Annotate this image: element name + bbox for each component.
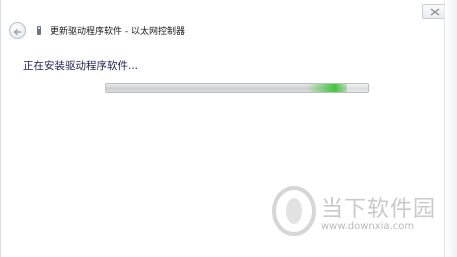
watermark-url: www.downxia.com: [321, 221, 415, 232]
network-device-icon: [37, 26, 41, 35]
close-icon: [430, 7, 440, 16]
progress-glow: [307, 84, 348, 92]
back-button[interactable]: [9, 22, 26, 39]
installing-heading: 正在安装驱动程序软件...: [23, 60, 139, 72]
install-progress-bar: [105, 83, 369, 93]
watermark: 当下软件园 www.downxia.com: [271, 185, 446, 245]
watermark-logo-icon: [271, 185, 317, 241]
watermark-name: 当下软件园: [321, 197, 437, 222]
driver-install-window: 更新驱动程序软件 - 以太网控制器 正在安装驱动程序软件... 当下软件园 ww…: [0, 0, 457, 257]
window-title: 更新驱动程序软件 - 以太网控制器: [50, 27, 185, 37]
back-arrow-icon: [13, 21, 22, 40]
